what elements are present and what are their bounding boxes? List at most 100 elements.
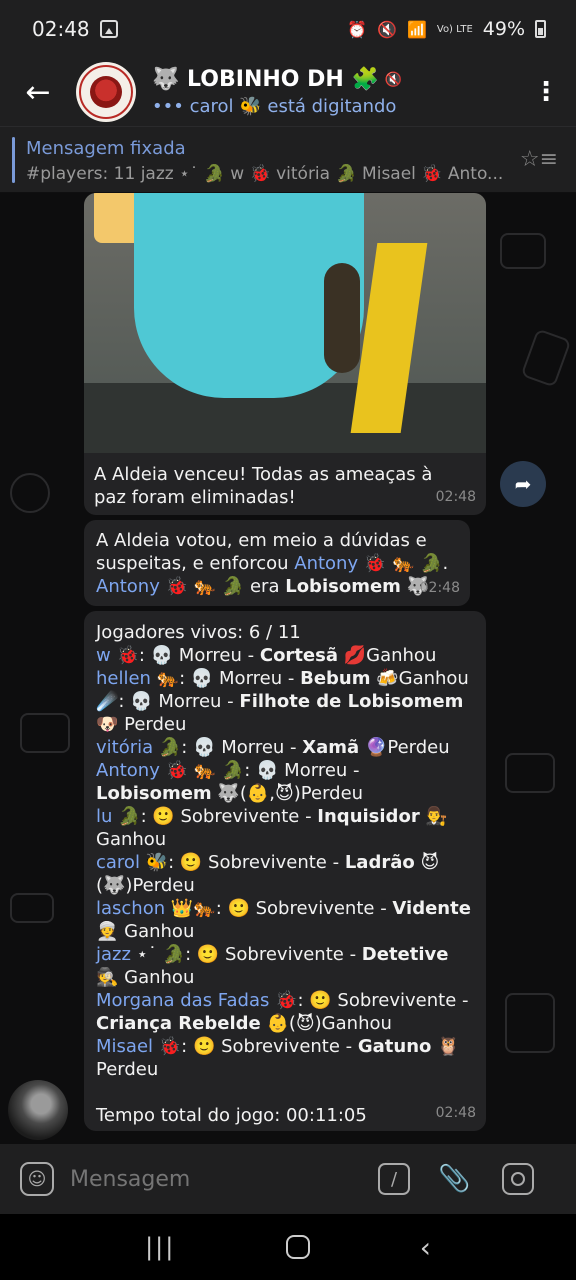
player-row: w 🐞: 💀 Morreu - Cortesã 💋Ganhou [96,644,474,667]
player-status: : 🙂 Sobrevivente - [215,898,393,919]
wifi-icon: 📶 [406,19,427,39]
photo-message[interactable]: A Aldeia venceu! Todas as ameaças à paz … [84,193,486,515]
attach-icon[interactable]: 📎 [438,1164,470,1194]
doodle-start-icon-2 [20,713,70,753]
player-status: : 🙂 Sobrevivente - [168,852,345,873]
gallery-icon [99,20,118,38]
player-emoji: 🐞 🐅 🐊 era [159,576,286,597]
player-row: carol 🐝: 🙂 Sobrevivente - Ladrão 😈 (🐺)Pe… [96,851,474,897]
group-avatar[interactable] [76,62,136,122]
player-name[interactable]: Morgana das Fadas [96,990,269,1011]
emoji-icon[interactable]: ☺ [20,1162,54,1196]
player-result: 👳 Ganhou [96,921,195,942]
player-status: : 🙂 Sobrevivente - [181,1036,358,1057]
doodle-gamepad-icon [10,893,54,923]
back-arrow-icon[interactable]: ← [0,58,76,126]
player-emoji: 🐊 [112,806,141,827]
player-row: vitória 🐊: 💀 Morreu - Xamã 🔮Perdeu [96,736,474,759]
message-photo[interactable] [84,193,486,453]
player-row: laschon 👑🐅: 🙂 Sobrevivente - Vidente 👳 G… [96,897,474,943]
avatar-ring [79,65,133,119]
chat-header: ← 🐺 LOBINHO DH 🧩 🔇 ••• carol 🐝 está digi… [0,58,576,126]
player-row: Morgana das Fadas 🐞: 🙂 Sobrevivente - Cr… [96,989,474,1035]
home-icon[interactable] [285,1235,310,1259]
navigation-bar: ||| ‹ [0,1214,576,1280]
forward-icon[interactable]: ➦ [500,461,546,507]
player-emoji: 🐞 [269,990,298,1011]
player-emoji: 🐞 [110,645,139,666]
player-name[interactable]: hellen [96,668,151,689]
vote-text: A Aldeia votou, em meio a dúvidas e susp… [96,529,458,598]
player-name[interactable]: w [96,645,111,666]
message-input[interactable] [70,1166,370,1192]
doodle-tv-icon [500,233,546,269]
player-list: w 🐞: 💀 Morreu - Cortesã 💋Ganhou hellen 🐅:… [96,644,474,1081]
pinned-message[interactable]: Mensagem fixada #players: 11 jazz ⋆˙ 🐊 w… [0,126,576,192]
player-role: Criança Rebelde [96,1013,261,1034]
recent-apps-icon[interactable]: ||| [145,1233,175,1261]
message-text: A Aldeia venceu! Todas as ameaças à paz … [94,464,433,508]
nav-back-icon[interactable]: ‹ [420,1231,431,1264]
chat-title: 🐺 LOBINHO DH 🧩 🔇 [152,67,402,92]
battery-level: 49% [482,18,525,40]
battery-icon [535,20,546,38]
player-status: : 🙂 Sobrevivente - [297,990,469,1011]
player-result: 🕵️ Ganhou [96,967,195,988]
player-result: 🐶 Perdeu [96,714,187,735]
player-row: hellen 🐅: 💀 Morreu - Bebum 🍻Ganhou [96,667,474,690]
player-emoji: 🐞 🐅 🐊. [358,553,449,574]
alarm-icon: ⏰ [347,19,368,39]
player-result: 🔮Perdeu [359,737,450,758]
vote-message[interactable]: A Aldeia votou, em meio a dúvidas e susp… [84,520,470,606]
pinned-indicator [12,137,15,183]
player-role: Cortesã [259,645,338,666]
player-row: Misael 🐞: 🙂 Sobrevivente - Gatuno 🦉 Perd… [96,1035,474,1081]
sender-avatar[interactable] [8,1080,68,1140]
message-time: 02:48 [435,1105,476,1121]
player-name[interactable]: Misael [96,1036,153,1057]
player-role: Bebum [300,668,371,689]
player-row: jazz ⋆˙ 🐊: 🙂 Sobrevivente - Detetive 🕵️ … [96,943,474,989]
chat-info[interactable]: 🐺 LOBINHO DH 🧩 🔇 ••• carol 🐝 está digita… [152,67,402,117]
player-row: Antony 🐞 🐅 🐊: 💀 Morreu - Lobisomem 🐺(👶,😈… [96,759,474,805]
status-bar: 02:48 ⏰ 🔇 📶 Vo) LTE 49% [0,0,576,58]
more-menu-icon[interactable]: ⋮ [516,58,576,126]
chat-area[interactable]: A Aldeia venceu! Todas as ameaças à paz … [0,193,576,1144]
chat-title-text: 🐺 LOBINHO DH 🧩 [152,67,379,92]
message-time: 02:48 [419,580,460,596]
doodle-phone-icon [505,993,555,1053]
player-name[interactable]: vitória [96,737,153,758]
player-status: : 💀 Morreu - [118,691,240,712]
results-message[interactable]: Jogadores vivos: 6 / 11 w 🐞: 💀 Morreu - … [84,611,486,1131]
player-status: : 🙂 Sobrevivente - [185,944,362,965]
player-link[interactable]: Antony [96,576,160,597]
player-row: ☄️: 💀 Morreu - Filhote de Lobisomem 🐶 Pe… [96,690,474,736]
doodle-console-icon [520,328,572,388]
player-row: lu 🐊: 🙂 Sobrevivente - Inquisidor 👨‍⚖️ G… [96,805,474,851]
player-name[interactable]: laschon [96,898,165,919]
player-emoji: 🐝 [139,852,169,873]
player-emoji: 🐞 🐅 🐊 [159,760,245,781]
command-icon[interactable]: / [378,1163,410,1195]
camera-icon[interactable] [502,1163,535,1195]
player-emoji: ⋆˙ 🐊 [130,944,186,965]
player-emoji: 👑🐅 [165,898,216,919]
player-name[interactable]: jazz [96,944,131,965]
player-result: 🍻Ganhou [370,668,469,689]
player-emoji: 🐊 [153,737,182,758]
player-name[interactable]: Antony [96,760,160,781]
player-result: 🐺(👶,😈)Perdeu [211,783,364,804]
player-role: Detetive [361,944,449,965]
player-role: Filhote de Lobisomem [239,691,464,712]
player-link[interactable]: Antony [294,553,358,574]
game-duration: Tempo total do jogo: 00:11:05 [96,1105,367,1126]
player-name[interactable]: lu [96,806,112,827]
role-name: Lobisomem [285,576,401,597]
message-time: 02:48 [435,489,476,505]
player-role: Inquisidor [317,806,420,827]
pinned-list-icon[interactable]: ☆≡ [520,147,558,172]
player-role: Lobisomem [96,783,212,804]
player-name[interactable]: carol [96,852,140,873]
player-role: Vidente [392,898,471,919]
